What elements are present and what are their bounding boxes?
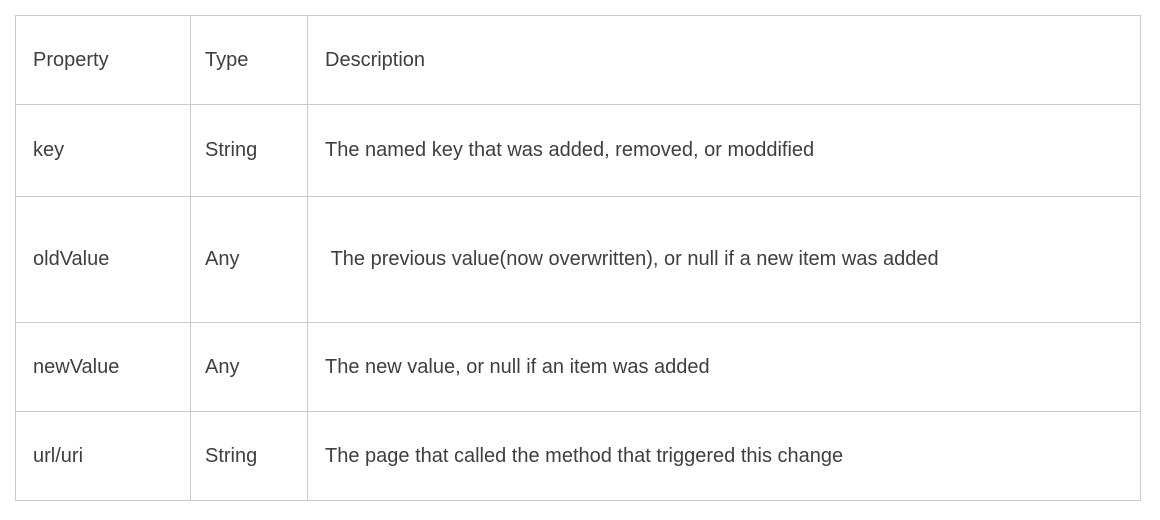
properties-table-container: Property Type Description key String The…	[15, 15, 1141, 501]
description-text: The previous value(now overwritten), or …	[325, 248, 939, 271]
description-text: The new value, or null if an item was ad…	[325, 355, 710, 378]
table-row: newValue Any The new value, or null if a…	[15, 322, 1141, 412]
cell-property-description: The new value, or null if an item was ad…	[307, 322, 1141, 412]
cell-property-name: newValue	[15, 322, 191, 412]
cell-property-description: The named key that was added, removed, o…	[307, 104, 1141, 197]
cell-property-type: String	[190, 104, 308, 197]
table-header-row: Property Type Description	[15, 15, 1141, 105]
table-body: key String The named key that was added,…	[15, 104, 1141, 501]
cell-property-name: key	[15, 104, 191, 197]
column-header-type: Type	[190, 15, 308, 105]
cell-property-description: The page that called the method that tri…	[307, 411, 1141, 501]
cell-property-type: Any	[190, 196, 308, 323]
column-header-property: Property	[15, 15, 191, 105]
description-text: The page that called the method that tri…	[325, 444, 844, 467]
cell-property-type: Any	[190, 322, 308, 412]
table-row: key String The named key that was added,…	[15, 104, 1141, 197]
table-header: Property Type Description	[15, 15, 1141, 105]
description-text: The named key that was added, removed, o…	[325, 139, 815, 162]
properties-table: Property Type Description key String The…	[15, 15, 1141, 501]
table-row: url/uri String The page that called the …	[15, 411, 1141, 501]
column-header-description: Description	[307, 15, 1141, 105]
cell-property-name: oldValue	[15, 196, 191, 323]
table-row: oldValue Any The previous value(now over…	[15, 196, 1141, 323]
cell-property-description: The previous value(now overwritten), or …	[307, 196, 1141, 323]
cell-property-type: String	[190, 411, 308, 501]
cell-property-name: url/uri	[15, 411, 191, 501]
